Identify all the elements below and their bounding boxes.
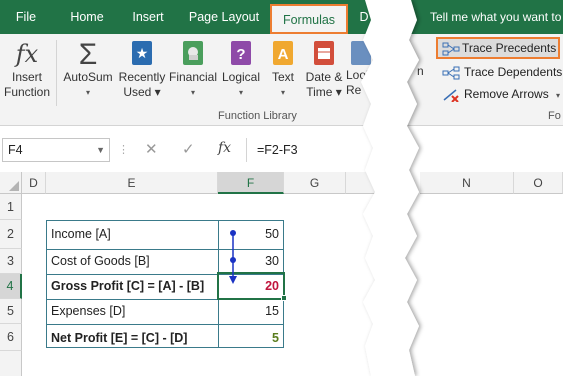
insert-function-fx-icon[interactable]: fx <box>218 140 231 156</box>
col-header-o[interactable]: O <box>514 172 563 194</box>
autosum-label: AutoSum <box>63 70 113 84</box>
col-header-e[interactable]: E <box>46 172 218 194</box>
ribbon-tab-bar: File Home Insert Page Layout Formulas D … <box>0 0 563 34</box>
fx-icon: fx <box>15 39 39 68</box>
row-header-6[interactable]: 6 <box>0 324 22 351</box>
financial-book-icon <box>178 40 208 68</box>
logical-label: Logical <box>221 70 261 84</box>
ribbon: fx Insert Function Σ AutoSum ▾ ★ Recentl… <box>0 34 563 126</box>
cell-e2[interactable]: Income [A] <box>47 222 217 247</box>
ribbon-separator <box>56 40 57 106</box>
text-book-icon: A <box>268 40 298 68</box>
select-all-corner[interactable] <box>0 172 22 194</box>
fill-handle[interactable] <box>281 295 287 301</box>
financial-label: Financial <box>168 70 218 84</box>
more-dots-icon: ⋮ <box>118 144 129 156</box>
function-library-group-label: Function Library <box>218 110 297 122</box>
insert-function-label2: Function <box>3 85 51 99</box>
trace-dependents-label: Trace Dependents <box>464 65 563 79</box>
text-dropdown: ▾ <box>280 88 285 97</box>
text-label: Text <box>271 70 294 84</box>
remove-arrows-label: Remove Arrows <box>464 87 549 101</box>
tab-formulas[interactable]: Formulas <box>270 4 348 34</box>
torn-edge-divider <box>361 0 419 376</box>
financial-button[interactable]: Financial ▾ <box>168 40 218 100</box>
cell-e3[interactable]: Cost of Goods [B] <box>47 249 217 274</box>
date-time-button[interactable]: Date & Time ▾ <box>302 40 346 100</box>
financial-dropdown: ▾ <box>190 88 195 97</box>
row-header-3[interactable]: 3 <box>0 249 22 274</box>
recently-used-label2: Used ▾ <box>123 85 161 99</box>
row-header-4[interactable]: 4 <box>0 274 22 299</box>
trace-dependents-icon <box>442 66 460 85</box>
name-box[interactable]: F4 ▼ <box>2 138 110 162</box>
insert-function-label1: Insert <box>11 70 42 84</box>
cell-e6[interactable]: Net Profit [E] = [C] - [D] <box>47 326 217 351</box>
date-time-label1: Date & <box>305 70 343 84</box>
cell-f6[interactable]: 5 <box>219 326 283 351</box>
date-time-label2: Time ▾ <box>306 85 342 99</box>
cell-e5[interactable]: Expenses [D] <box>47 299 217 324</box>
trace-precedents-label: Trace Precedents <box>462 41 557 55</box>
row-header-2[interactable]: 2 <box>0 220 22 249</box>
svg-text:★: ★ <box>136 45 149 61</box>
svg-text:?: ? <box>236 46 245 63</box>
row-header-5[interactable]: 5 <box>0 299 22 324</box>
formula-auditing-group-label: Fo <box>548 110 561 122</box>
text-button[interactable]: A Text ▾ <box>265 40 301 100</box>
col-header-d[interactable]: D <box>22 172 46 194</box>
question-book-icon: ? <box>226 40 256 68</box>
row-header-7[interactable] <box>0 351 22 376</box>
tab-page-layout[interactable]: Page Layout <box>182 0 266 34</box>
svg-text:A: A <box>278 46 289 63</box>
select-all-triangle-icon <box>9 181 19 191</box>
cancel-entry-icon[interactable]: ✕ <box>145 140 158 158</box>
logical-dropdown: ▾ <box>238 88 243 97</box>
autosum-button[interactable]: Σ AutoSum ▾ <box>60 37 116 100</box>
confirm-entry-icon[interactable]: ✓ <box>182 140 195 158</box>
autosum-dropdown: ▾ <box>85 88 90 97</box>
tell-me-search[interactable]: Tell me what you want to <box>430 0 563 34</box>
remove-arrows-dropdown[interactable]: ▾ <box>556 91 560 100</box>
row-header-1[interactable]: 1 <box>0 194 22 220</box>
col-header-g[interactable]: G <box>284 172 346 194</box>
trace-dependents-button[interactable]: Trace Dependents <box>438 63 562 83</box>
sigma-icon: Σ <box>78 37 98 71</box>
formula-bar: F4 ▼ ⋮ ✕ ✓ fx =F2-F3 <box>0 136 563 166</box>
insert-function-button[interactable]: fx Insert Function <box>2 40 52 100</box>
table-line <box>46 324 284 325</box>
star-book-icon: ★ <box>127 40 157 68</box>
name-box-value: F4 <box>8 143 23 157</box>
logical-button[interactable]: ? Logical ▾ <box>218 40 264 100</box>
col-header-f[interactable]: F <box>218 172 284 194</box>
remove-arrows-icon <box>442 88 460 107</box>
tab-home[interactable]: Home <box>58 0 116 34</box>
name-box-dropdown-icon[interactable]: ▼ <box>96 139 105 161</box>
remove-arrows-button[interactable]: Remove Arrows ▾ <box>438 85 560 105</box>
tab-file[interactable]: File <box>4 0 48 34</box>
trace-precedents-icon <box>442 42 460 61</box>
trace-precedent-arrow <box>229 230 237 284</box>
recently-used-label1: Recently <box>118 70 166 84</box>
cell-e4[interactable]: Gross Profit [C] = [A] - [B] <box>47 274 217 299</box>
tab-insert[interactable]: Insert <box>120 0 176 34</box>
trace-precedents-button[interactable]: Trace Precedents <box>436 37 560 59</box>
cell-f5[interactable]: 15 <box>219 299 283 324</box>
recently-used-button[interactable]: ★ Recently Used ▾ <box>117 40 167 100</box>
calendar-book-icon <box>309 40 339 68</box>
